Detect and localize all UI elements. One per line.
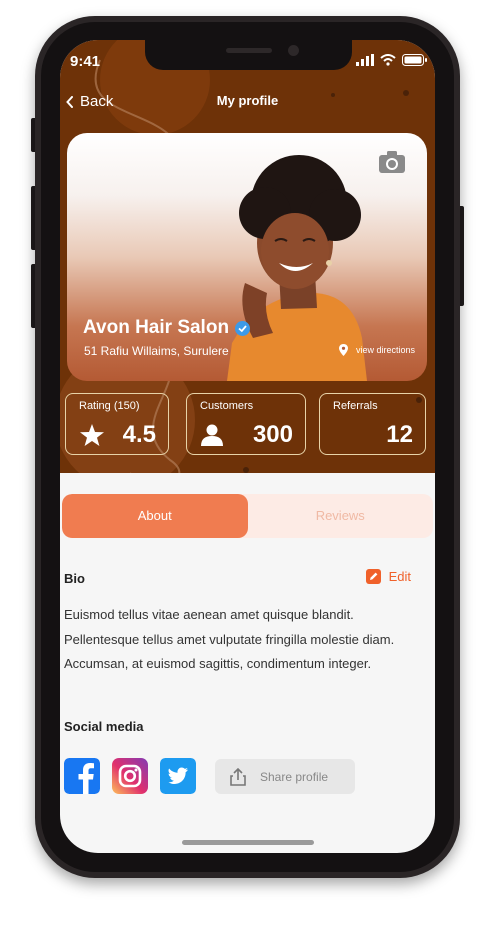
referrals-value: 12 bbox=[386, 421, 413, 448]
instagram-icon[interactable] bbox=[112, 758, 148, 794]
battery-icon bbox=[402, 54, 427, 66]
star-icon bbox=[80, 424, 104, 446]
person-icon bbox=[201, 424, 223, 446]
rating-value: 4.5 bbox=[122, 421, 156, 448]
customers-stat[interactable]: Customers 300 bbox=[186, 393, 306, 455]
social-media-title: Social media bbox=[64, 719, 144, 734]
home-indicator[interactable] bbox=[182, 840, 314, 845]
customers-label: Customers bbox=[200, 400, 254, 412]
app-screen: 9:41 Back My profile Avon Hair Salon 51 … bbox=[60, 40, 435, 853]
edit-icon bbox=[365, 569, 381, 584]
salon-name-row: Avon Hair Salon bbox=[83, 317, 251, 339]
salon-name: Avon Hair Salon bbox=[83, 317, 230, 338]
status-time: 9:41 bbox=[70, 53, 101, 70]
salon-address: 51 Rafiu Willaims, Surulere bbox=[84, 344, 229, 358]
page-title: My profile bbox=[216, 93, 279, 108]
profile-header: 9:41 Back My profile Avon Hair Salon 51 … bbox=[60, 40, 435, 473]
device-notch bbox=[145, 40, 352, 70]
referrals-label: Referrals bbox=[333, 400, 378, 412]
twitter-icon[interactable] bbox=[160, 758, 196, 794]
bio-line: Pellentesque tellus amet vulputate fring… bbox=[64, 631, 395, 647]
customers-value: 300 bbox=[252, 421, 293, 448]
edit-label: Edit bbox=[388, 569, 411, 584]
location-pin-icon bbox=[338, 344, 348, 356]
speaker-grille bbox=[226, 48, 272, 53]
tab-reviews[interactable]: Reviews bbox=[248, 494, 434, 538]
share-icon bbox=[230, 767, 246, 786]
wifi-icon bbox=[380, 54, 396, 66]
camera-icon bbox=[379, 151, 405, 173]
edit-bio-button[interactable]: Edit bbox=[365, 569, 411, 584]
tab-about[interactable]: About bbox=[62, 494, 248, 538]
verified-badge-icon bbox=[235, 320, 251, 336]
referrals-stat[interactable]: Referrals 12 bbox=[319, 393, 426, 455]
share-profile-button[interactable]: Share profile bbox=[215, 759, 355, 794]
share-label: Share profile bbox=[260, 769, 329, 784]
rating-label: Rating (150) bbox=[79, 400, 140, 412]
bio-line: Accumsan, at euismod sagittis, condiment… bbox=[64, 656, 372, 671]
status-icons bbox=[356, 54, 427, 66]
bio-text: Euismod tellus vitae aenean amet quisque… bbox=[64, 603, 434, 677]
profile-cover-card: Avon Hair Salon 51 Rafiu Willaims, Surul… bbox=[67, 133, 427, 381]
rating-stat[interactable]: Rating (150) 4.5 bbox=[65, 393, 169, 455]
directions-label: view directions bbox=[355, 345, 415, 355]
signal-icon bbox=[356, 54, 374, 66]
bio-line: Euismod tellus vitae aenean amet quisque… bbox=[64, 607, 354, 622]
front-camera bbox=[288, 45, 299, 56]
change-cover-button[interactable] bbox=[379, 151, 405, 178]
facebook-icon[interactable] bbox=[64, 758, 100, 794]
view-directions-link[interactable]: view directions bbox=[338, 344, 415, 356]
profile-tabs: About Reviews bbox=[62, 494, 433, 538]
bio-title: Bio bbox=[64, 571, 85, 586]
